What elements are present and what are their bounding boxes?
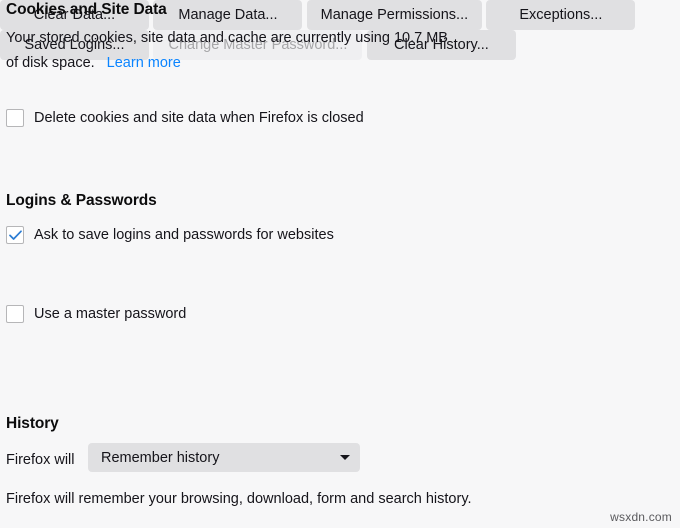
section-title-history: History [6,415,59,432]
watermark: wsxdn.com [610,510,672,524]
history-mode-dropdown[interactable]: Remember history [88,443,360,472]
delete-cookies-on-close-checkbox[interactable] [6,109,24,127]
section-title-cookies: Cookies and Site Data [6,1,167,18]
exceptions-button[interactable]: Exceptions... [486,0,636,30]
preferences-privacy-panel: Cookies and Site Data Your stored cookie… [0,0,680,528]
use-master-password-row[interactable]: Use a master password [6,305,186,323]
cookies-description-line-1: Your stored cookies, site data and cache… [6,30,448,46]
delete-cookies-on-close-row[interactable]: Delete cookies and site data when Firefo… [6,109,364,127]
ask-to-save-logins-label: Ask to save logins and passwords for web… [34,227,334,243]
history-description: Firefox will remember your browsing, dow… [6,491,472,507]
history-mode-dropdown-value: Remember history [101,449,220,466]
ask-to-save-logins-checkbox[interactable] [6,226,24,244]
section-title-logins: Logins & Passwords [6,192,157,209]
use-master-password-checkbox[interactable] [6,305,24,323]
cookies-description-line-2: of disk space. Learn more [6,51,181,76]
delete-cookies-on-close-label: Delete cookies and site data when Firefo… [34,110,364,126]
cookies-disk-space-text: of disk space. [6,55,95,71]
chevron-down-icon [340,455,350,460]
history-prefix-label: Firefox will [6,452,75,468]
ask-to-save-logins-row[interactable]: Ask to save logins and passwords for web… [6,226,334,244]
use-master-password-label: Use a master password [34,306,187,322]
learn-more-link[interactable]: Learn more [107,51,181,76]
